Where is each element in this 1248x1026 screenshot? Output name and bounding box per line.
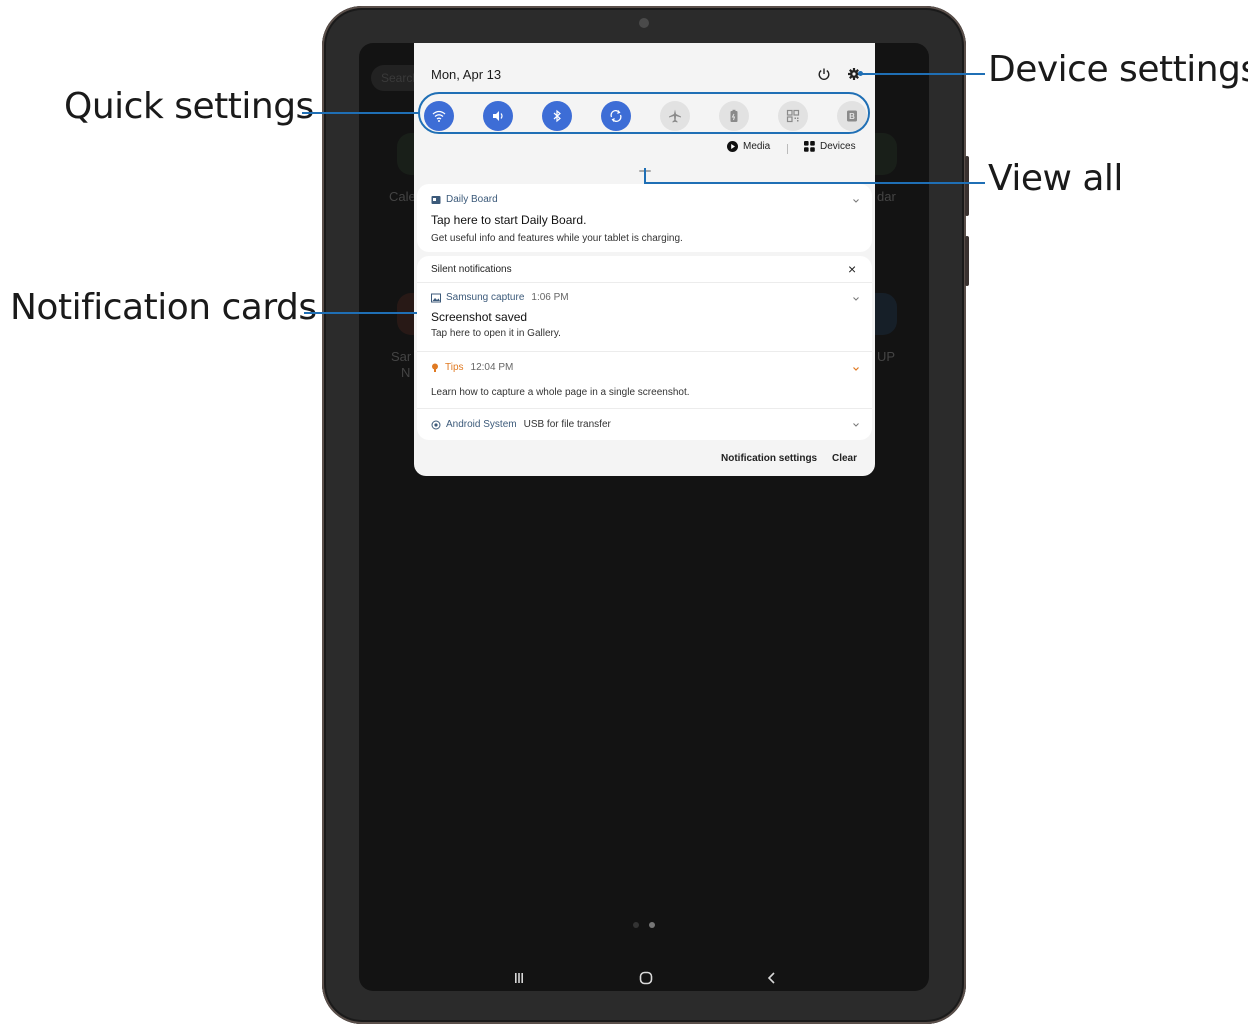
side-key [965, 236, 969, 286]
home-app-label: Cale [389, 189, 416, 204]
notification-settings-button[interactable]: Notification settings [721, 453, 817, 464]
notification-app-name: Android System [446, 419, 517, 430]
home-app-label: dar [877, 189, 896, 204]
page-indicator-dot [633, 922, 639, 928]
notification-card-daily-board[interactable]: Daily Board Tap here to start Daily Boar… [417, 184, 872, 252]
notification-time: 12:04 PM [470, 362, 514, 373]
play-icon [727, 141, 738, 152]
power-icon[interactable] [817, 67, 831, 81]
home-button-icon[interactable] [639, 971, 653, 985]
chevron-down-icon[interactable] [852, 365, 860, 373]
notification-text: Get useful info and features while your … [431, 233, 683, 244]
notification-title: Tap here to start Daily Board. [431, 213, 587, 227]
notification-card-tips[interactable]: Tips 12:04 PM Learn how to capture a who… [417, 352, 872, 408]
notification-text: USB for file transfer [523, 419, 611, 430]
home-app-label: UP [877, 349, 896, 364]
media-label: Media [743, 141, 771, 152]
close-icon[interactable]: × [848, 262, 856, 276]
tips-bulb-icon [432, 363, 438, 372]
quick-settings-highlight [418, 92, 870, 134]
front-camera [639, 18, 649, 28]
callout-notification-cards: Notification cards [10, 287, 317, 328]
devices-label: Devices [820, 141, 856, 152]
date-label: Mon, Apr 13 [431, 67, 502, 82]
clear-button[interactable]: Clear [832, 453, 857, 464]
chevron-down-icon[interactable] [852, 421, 860, 429]
screen: Search Cale dar Sar N UP Mon, Apr 13 B M… [359, 43, 929, 991]
notification-app-line: Tips 12:04 PM [431, 362, 513, 373]
chevron-down-icon[interactable] [852, 295, 860, 303]
home-app-label: N [401, 365, 411, 380]
callout-line [304, 312, 417, 314]
notification-text: Learn how to capture a whole page in a s… [431, 387, 690, 398]
callout-line [302, 112, 419, 114]
notification-app-name: Daily Board [446, 194, 498, 205]
notification-title: Screenshot saved [431, 310, 528, 324]
silent-notifications-label: Silent notifications [431, 264, 512, 275]
notification-app-line: Samsung capture 1:06 PM [431, 292, 569, 303]
daily-board-icon [431, 195, 441, 204]
page-indicator-dot-active [649, 922, 655, 928]
notification-time: 1:06 PM [531, 292, 569, 303]
notification-card-android-system[interactable]: Android System USB for file transfer [417, 409, 872, 440]
callout-device-settings: Device settings [988, 49, 1248, 90]
callout-dot [858, 71, 863, 76]
notification-app-line: Android System USB for file transfer [431, 419, 611, 430]
notification-app-line: Daily Board [431, 194, 498, 205]
devices-button[interactable]: Devices [804, 141, 856, 152]
media-devices-divider [787, 144, 788, 154]
notification-app-name: Samsung capture [446, 292, 525, 303]
home-app-label: Sar [391, 349, 412, 364]
notification-text: Tap here to open it in Gallery. [431, 328, 561, 339]
android-system-icon [431, 420, 441, 429]
back-button-icon[interactable] [765, 971, 779, 985]
notification-app-name: Tips [445, 362, 464, 373]
volume-button [965, 156, 969, 216]
devices-icon [804, 141, 815, 152]
tablet-frame: Search Cale dar Sar N UP Mon, Apr 13 B M… [322, 6, 969, 1024]
silent-notifications-header: Silent notifications × [417, 256, 872, 282]
notification-card-screenshot[interactable]: Samsung capture 1:06 PM Screenshot saved… [417, 283, 872, 351]
callout-line [860, 73, 985, 75]
recent-apps-icon[interactable] [512, 971, 526, 985]
media-button[interactable]: Media [727, 141, 770, 152]
image-icon [431, 293, 441, 302]
callout-view-all: View all [988, 158, 1123, 199]
chevron-down-icon[interactable] [852, 197, 860, 205]
callout-quick-settings: Quick settings [64, 86, 314, 127]
callout-line [644, 182, 985, 184]
